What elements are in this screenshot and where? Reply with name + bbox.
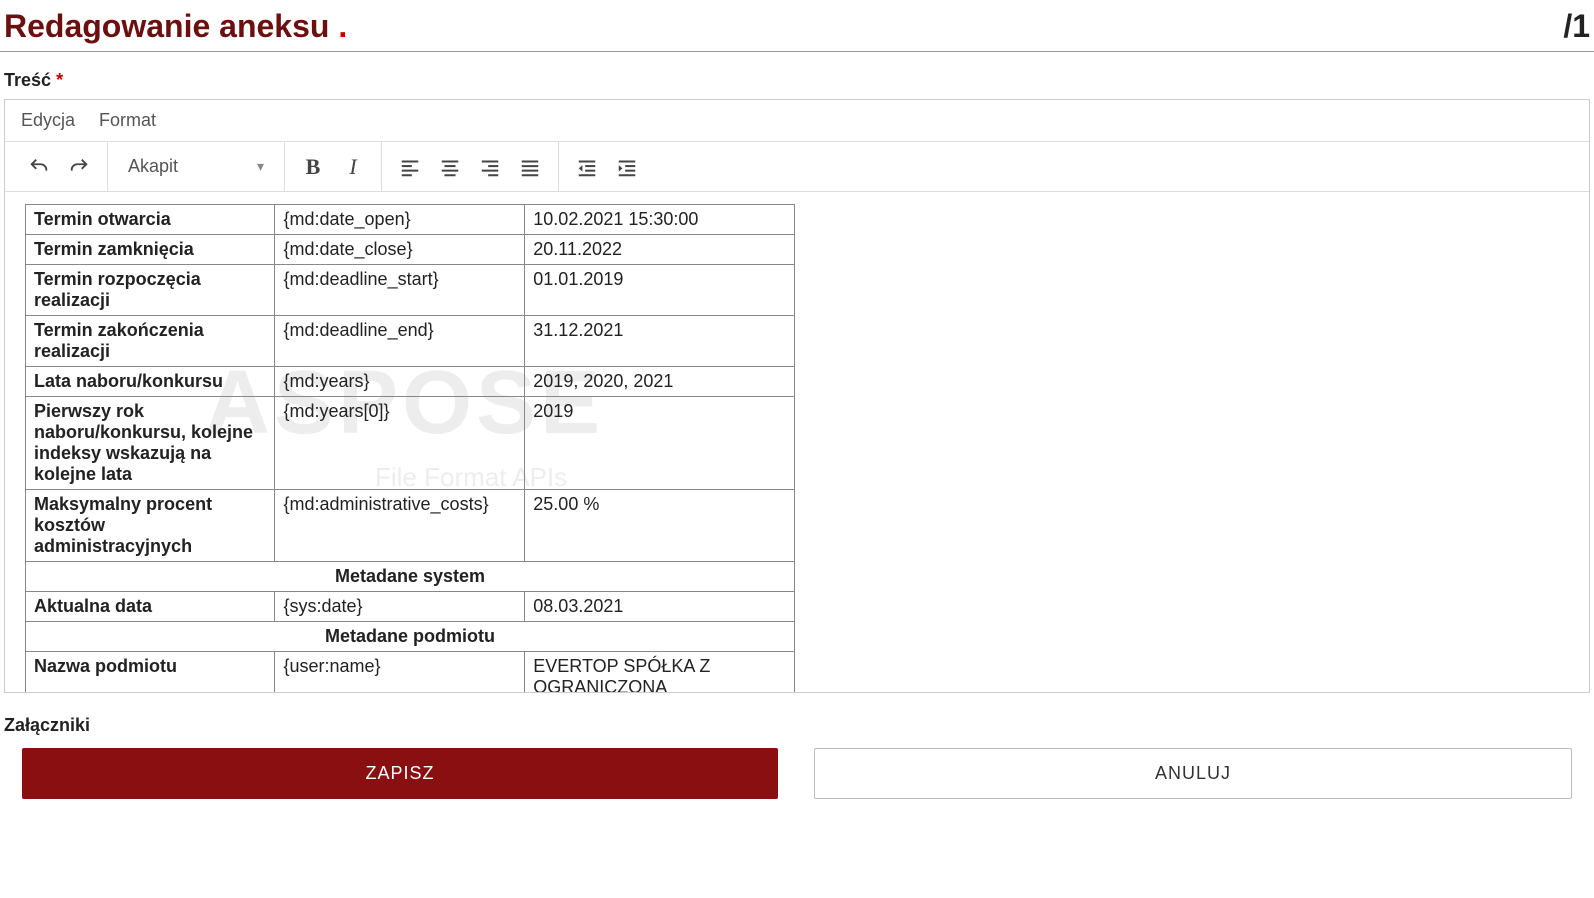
page-number: /1 — [1563, 8, 1590, 45]
row-code: {md:deadline_start} — [275, 265, 525, 316]
row-value: 2019, 2020, 2021 — [525, 367, 795, 397]
row-value: 20.11.2022 — [525, 235, 795, 265]
row-code: {md:years} — [275, 367, 525, 397]
row-value: 01.01.2019 — [525, 265, 795, 316]
row-value: 25.00 % — [525, 490, 795, 562]
title-text: Redagowanie aneksu — [4, 8, 329, 44]
table-row: Nazwa podmiotu{user:name}EVERTOP SPÓŁKA … — [26, 652, 795, 693]
row-label: Termin zakończenia realizacji — [26, 316, 275, 367]
attachments-label: Załączniki — [4, 715, 1594, 736]
editor-content[interactable]: ASPOSE File Format APIs Termin otwarcia{… — [5, 192, 1589, 692]
row-label: Pierwszy rok naboru/konkursu, kolejne in… — [26, 397, 275, 490]
rich-text-editor: Edycja Format Akapit ▾ B I — [4, 99, 1590, 693]
editor-toolbar: Akapit ▾ B I — [5, 142, 1589, 192]
row-code: {sys:date} — [275, 592, 525, 622]
row-value: 08.03.2021 — [525, 592, 795, 622]
table-row: Lata naboru/konkursu{md:years}2019, 2020… — [26, 367, 795, 397]
bold-button[interactable]: B — [293, 147, 333, 187]
indent-icon — [616, 156, 638, 178]
align-justify-icon — [519, 156, 541, 178]
table-row: Termin zakończenia realizacji{md:deadlin… — [26, 316, 795, 367]
row-code: {md:years[0]} — [275, 397, 525, 490]
align-center-icon — [439, 156, 461, 178]
required-asterisk: * — [56, 70, 63, 90]
table-row: Aktualna data{sys:date}08.03.2021 — [26, 592, 795, 622]
row-label: Lata naboru/konkursu — [26, 367, 275, 397]
indent-group — [559, 142, 655, 191]
outdent-button[interactable] — [567, 147, 607, 187]
row-label: Aktualna data — [26, 592, 275, 622]
row-label: Termin rozpoczęcia realizacji — [26, 265, 275, 316]
page-title: Redagowanie aneksu . — [4, 8, 347, 45]
outdent-icon — [576, 156, 598, 178]
row-value: EVERTOP SPÓŁKA Z OGRANICZONĄ ODPOWIEDZIA… — [525, 652, 795, 693]
menu-format[interactable]: Format — [99, 110, 156, 131]
row-code: {user:name} — [275, 652, 525, 693]
page-header: Redagowanie aneksu . /1 — [0, 0, 1594, 52]
redo-button[interactable] — [59, 147, 99, 187]
row-code: {md:date_close} — [275, 235, 525, 265]
undo-icon — [28, 156, 50, 178]
indent-button[interactable] — [607, 147, 647, 187]
section-label: Metadane podmiotu — [26, 622, 795, 652]
table-row: Termin zamknięcia{md:date_close}20.11.20… — [26, 235, 795, 265]
action-buttons: ZAPISZ ANULUJ — [0, 748, 1594, 809]
section-row: Metadane system — [26, 562, 795, 592]
menu-edit[interactable]: Edycja — [21, 110, 75, 131]
row-code: {md:date_open} — [275, 205, 525, 235]
metadata-table: Termin otwarcia{md:date_open}10.02.2021 … — [25, 204, 795, 692]
format-select-group: Akapit ▾ — [108, 142, 285, 191]
align-justify-button[interactable] — [510, 147, 550, 187]
content-label-text: Treść — [4, 70, 51, 90]
section-label: Metadane system — [26, 562, 795, 592]
row-label: Termin zamknięcia — [26, 235, 275, 265]
row-value: 31.12.2021 — [525, 316, 795, 367]
block-format-value: Akapit — [128, 156, 178, 177]
table-row: Termin otwarcia{md:date_open}10.02.2021 … — [26, 205, 795, 235]
row-label: Termin otwarcia — [26, 205, 275, 235]
align-right-button[interactable] — [470, 147, 510, 187]
align-left-button[interactable] — [390, 147, 430, 187]
history-group — [11, 142, 108, 191]
row-value: 10.02.2021 15:30:00 — [525, 205, 795, 235]
section-row: Metadane podmiotu — [26, 622, 795, 652]
row-code: {md:deadline_end} — [275, 316, 525, 367]
row-code: {md:administrative_costs} — [275, 490, 525, 562]
title-dot: . — [338, 8, 347, 44]
block-format-select[interactable]: Akapit ▾ — [116, 147, 276, 187]
redo-icon — [68, 156, 90, 178]
row-label: Nazwa podmiotu — [26, 652, 275, 693]
undo-button[interactable] — [19, 147, 59, 187]
table-row: Maksymalny procent kosztów administracyj… — [26, 490, 795, 562]
align-left-icon — [399, 156, 421, 178]
row-label: Maksymalny procent kosztów administracyj… — [26, 490, 275, 562]
align-right-icon — [479, 156, 501, 178]
chevron-down-icon: ▾ — [257, 158, 264, 175]
editor-menubar: Edycja Format — [5, 100, 1589, 142]
cancel-button[interactable]: ANULUJ — [814, 748, 1572, 799]
content-label: Treść * — [4, 70, 1594, 91]
align-center-button[interactable] — [430, 147, 470, 187]
style-group: B I — [285, 142, 382, 191]
table-row: Pierwszy rok naboru/konkursu, kolejne in… — [26, 397, 795, 490]
align-group — [382, 142, 559, 191]
table-row: Termin rozpoczęcia realizacji{md:deadlin… — [26, 265, 795, 316]
row-value: 2019 — [525, 397, 795, 490]
italic-button[interactable]: I — [333, 147, 373, 187]
save-button[interactable]: ZAPISZ — [22, 748, 778, 799]
